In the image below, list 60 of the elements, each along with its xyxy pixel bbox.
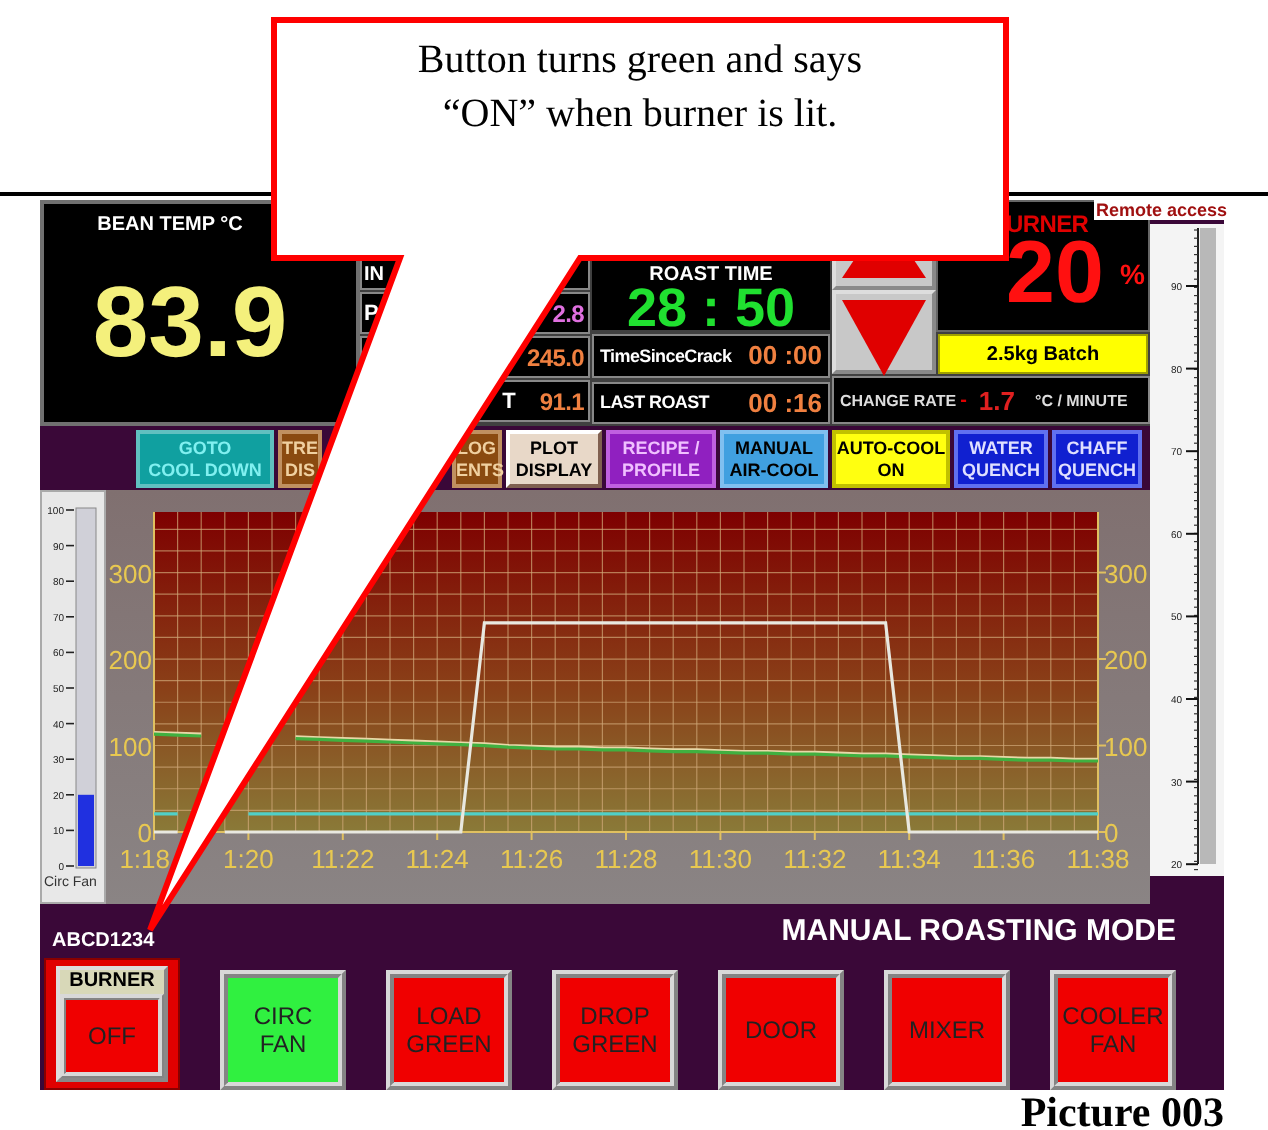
function-button[interactable]: PLOT DISPLAY: [506, 430, 602, 488]
time-since-crack-label: TimeSinceCrack: [600, 345, 732, 366]
tick-label: 300: [108, 558, 152, 589]
tick-label: 100: [1104, 731, 1148, 762]
tick-label: 11:24: [405, 844, 469, 874]
tick-label: 11:30: [688, 844, 752, 874]
tick-label: 200: [1104, 645, 1148, 676]
function-button[interactable]: GOTO COOL DOWN: [136, 430, 274, 488]
tick-label: 1:20: [223, 844, 274, 874]
readout-value: 245.0: [526, 343, 584, 371]
figure-caption: Picture 003: [1020, 1090, 1224, 1130]
time-since-crack-value: 00 :00: [748, 340, 822, 371]
change-rate-label: CHANGE RATE: [840, 391, 957, 409]
change-rate-value: 1.7: [978, 385, 1015, 415]
percent-unit: %: [1119, 258, 1145, 290]
tick-label: 11:26: [500, 844, 564, 874]
last-roast-label: LAST ROAST: [600, 392, 709, 413]
tick-label: 300: [1104, 558, 1148, 589]
button-caption: BURNER: [60, 970, 164, 994]
change-rate-sign: -: [960, 389, 967, 411]
function-button[interactable]: WATER QUENCH: [954, 430, 1048, 488]
function-button[interactable]: CHAFF QUENCH: [1052, 430, 1142, 488]
function-button[interactable]: RECIPE / PROFILE: [606, 430, 716, 488]
bean-temp-label: BEAN TEMP °C: [97, 214, 243, 236]
function-button[interactable]: AUTO-COOL ON: [832, 430, 950, 488]
tick-label: 11:32: [783, 844, 847, 874]
batch-size-label: 2.5kg Batch: [938, 334, 1148, 374]
roast-time-label: ROAST TIME: [649, 264, 773, 286]
serial-number: ABCD1234: [52, 930, 155, 952]
readout-label: T: [502, 389, 516, 413]
change-rate-unit: °C / MINUTE: [1035, 391, 1128, 409]
tick-label: 0: [1104, 818, 1119, 848]
readout-label: IN: [364, 264, 384, 286]
tick-label: 200: [108, 645, 152, 676]
function-button[interactable]: TRE DIS: [278, 430, 322, 488]
roast-time-value: 28 : 50: [626, 286, 796, 330]
toggle-button[interactable]: CIRC FAN: [220, 970, 346, 1090]
last-roast-value: 00 :16: [748, 387, 822, 418]
toggle-button[interactable]: MIXER: [884, 970, 1010, 1090]
toggle-button[interactable]: COOLER FAN: [1050, 970, 1176, 1090]
tick-label: 11:36: [972, 844, 1036, 874]
bean-temp-value: 83.9: [92, 272, 288, 372]
toggle-button[interactable]: OFF: [60, 994, 164, 1078]
remote-access-label: Remote access: [1094, 200, 1230, 220]
tick-label: 0: [137, 818, 152, 848]
tick-label: 11:22: [311, 844, 375, 874]
toggle-button[interactable]: DOOR: [718, 970, 844, 1090]
tick-label: 11:38: [1066, 844, 1130, 874]
tick-label: 11:28: [594, 844, 658, 874]
toggle-button[interactable]: DROP GREEN: [552, 970, 678, 1090]
callout-text: Button turns green and says “ON” when burner is lit.: [415, 36, 865, 140]
tick-label: 100: [108, 731, 152, 762]
function-button[interactable]: MANUAL AIR-COOL: [720, 430, 828, 488]
readout-value: 91.1: [539, 387, 584, 415]
toggle-button[interactable]: LOAD GREEN: [386, 970, 512, 1090]
tick-label: 1:18: [119, 844, 170, 874]
readout-label: P: [364, 301, 379, 325]
tick-label: 11:34: [877, 844, 941, 874]
mode-title: MANUAL ROASTING MODE: [781, 914, 1176, 948]
readout-value: 2.8: [552, 299, 584, 327]
